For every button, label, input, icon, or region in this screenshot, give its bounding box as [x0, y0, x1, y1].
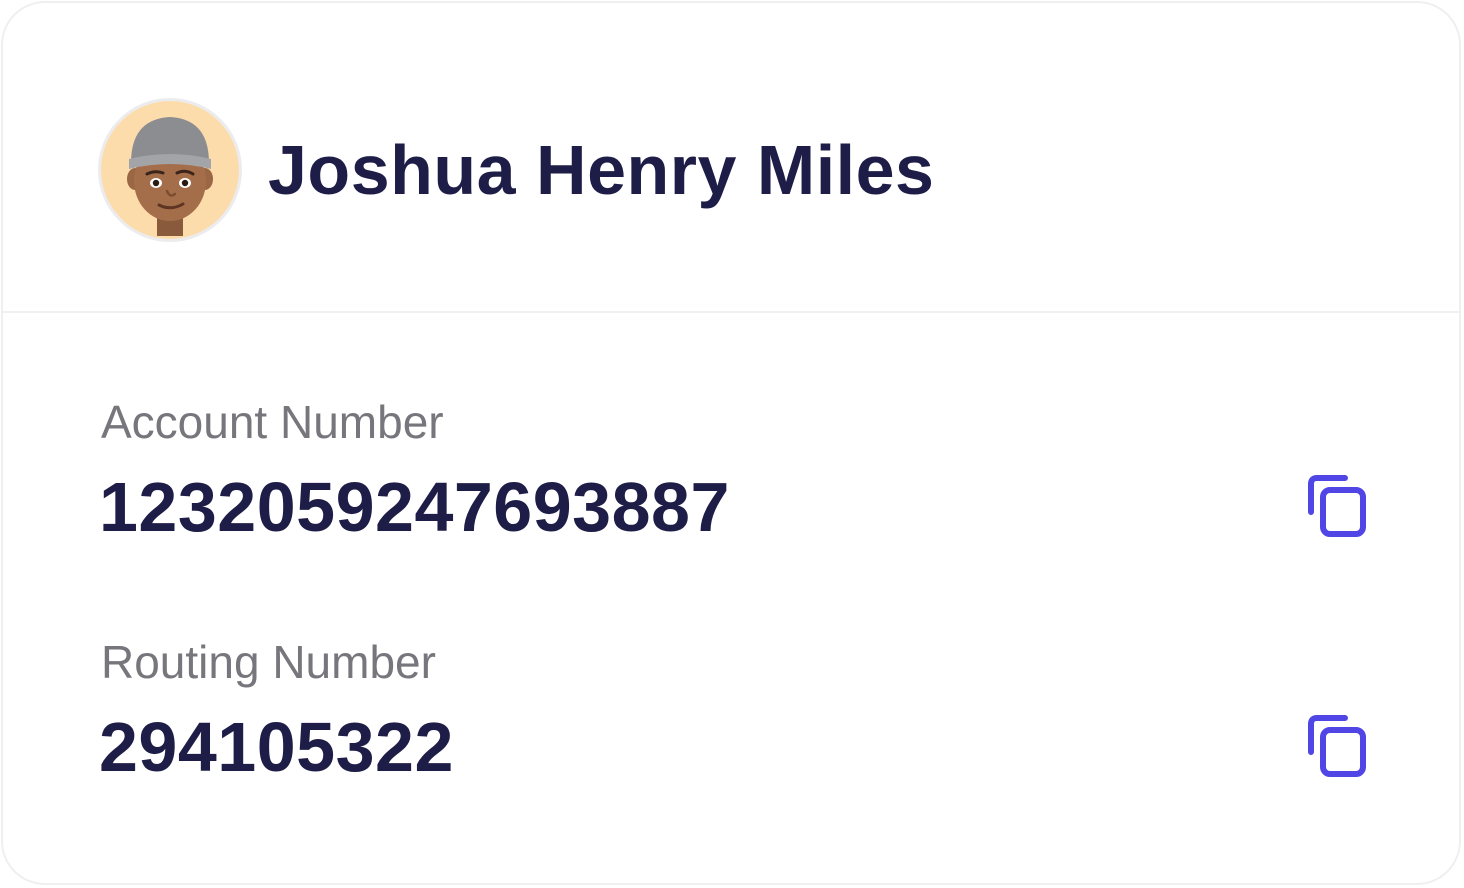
copy-icon: [1308, 475, 1366, 537]
card-header: Joshua Henry Miles: [3, 3, 1459, 313]
copy-routing-number-button[interactable]: [1293, 706, 1377, 790]
routing-number-label: Routing Number: [101, 636, 436, 688]
memoji-avatar-icon: [127, 117, 213, 236]
copy-account-number-button[interactable]: [1293, 466, 1377, 550]
avatar: [98, 98, 242, 242]
bank-details-card: Joshua Henry Miles Account Number 123205…: [1, 1, 1461, 885]
account-number-value: 1232059247693887: [99, 468, 730, 546]
routing-number-value: 294105322: [99, 708, 454, 786]
account-holder-name: Joshua Henry Miles: [268, 131, 935, 209]
copy-icon: [1308, 715, 1366, 777]
account-number-label: Account Number: [101, 396, 444, 448]
